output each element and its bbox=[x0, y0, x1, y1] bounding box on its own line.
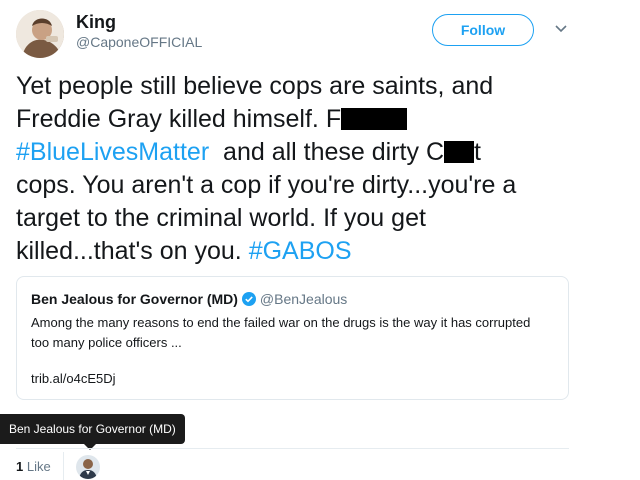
like-count-number: 1 bbox=[16, 459, 24, 474]
user-display-name[interactable]: King bbox=[76, 12, 116, 33]
person-photo-icon bbox=[76, 455, 100, 479]
tweet-card: King @CaponeOFFICIAL Follow Yet people s… bbox=[0, 0, 640, 480]
chevron-down-icon[interactable] bbox=[554, 22, 568, 36]
like-count-label: Like bbox=[26, 459, 51, 474]
quoted-tweet-text: Among the many reasons to end the failed… bbox=[31, 315, 531, 350]
tweet-line: Freddie Gray killed himself. F bbox=[16, 103, 616, 136]
tweet-text-segment: killed...that's on you. bbox=[16, 237, 249, 265]
quoted-author-name: Ben Jealous for Governor (MD) bbox=[31, 291, 238, 307]
tweet-line: Yet people still believe cops are saints… bbox=[16, 70, 616, 103]
hashtag-link[interactable]: #GABOS bbox=[249, 237, 352, 265]
like-count[interactable]: 1 Like bbox=[16, 459, 51, 474]
redaction-bar bbox=[341, 108, 408, 130]
tweet-text-segment: cops. You aren't a cop if you're dirty..… bbox=[16, 171, 517, 199]
redaction-bar bbox=[444, 141, 474, 163]
verified-badge-icon bbox=[241, 292, 256, 306]
liker-avatar[interactable] bbox=[76, 455, 100, 479]
tweet-text: Yet people still believe cops are saints… bbox=[16, 70, 616, 268]
user-handle[interactable]: @CaponeOFFICIAL bbox=[76, 34, 202, 50]
tweet-line: #BlueLivesMatter and all these dirty C t bbox=[16, 136, 616, 169]
quoted-author-handle: @BenJealous bbox=[259, 291, 348, 307]
tweet-line: cops. You aren't a cop if you're dirty..… bbox=[16, 169, 616, 202]
divider bbox=[16, 448, 569, 449]
tweet-text-segment: target to the criminal world. If you get bbox=[16, 204, 426, 232]
tweet-line: target to the criminal world. If you get bbox=[16, 202, 616, 235]
tweet-line: killed...that's on you. #GABOS bbox=[16, 235, 616, 268]
tweet-text-segment: and all these dirty C bbox=[209, 138, 444, 166]
profile-photo-icon bbox=[16, 10, 64, 58]
quoted-tweet-link[interactable]: trib.al/o4cE5Dj bbox=[31, 371, 116, 386]
hashtag-link[interactable]: #BlueLivesMatter bbox=[16, 138, 209, 166]
quoted-tweet-header: Ben Jealous for Governor (MD) @BenJealous bbox=[31, 291, 347, 307]
tweet-text-segment: Freddie Gray killed himself. F bbox=[16, 105, 342, 133]
tooltip-arrow bbox=[84, 444, 96, 450]
tooltip: Ben Jealous for Governor (MD) bbox=[0, 414, 185, 444]
stats-separator bbox=[63, 452, 64, 480]
tweet-text-segment: t bbox=[474, 138, 481, 166]
user-avatar[interactable] bbox=[16, 10, 64, 58]
follow-button[interactable]: Follow bbox=[432, 14, 534, 46]
quoted-tweet[interactable]: Ben Jealous for Governor (MD) @BenJealous… bbox=[16, 276, 569, 400]
tweet-text-segment: Yet people still believe cops are saints… bbox=[16, 72, 494, 100]
